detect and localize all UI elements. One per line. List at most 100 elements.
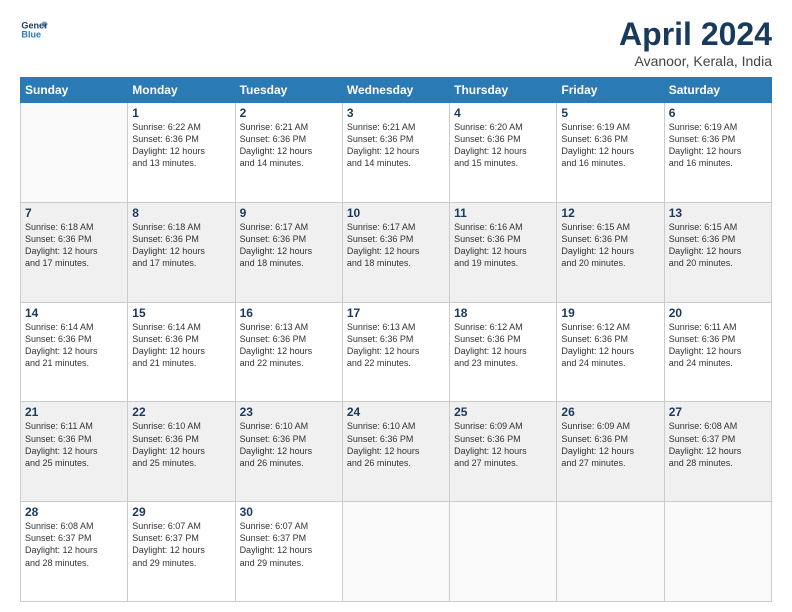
day-number: 26: [561, 405, 659, 419]
day-cell: [342, 502, 449, 602]
day-number: 13: [669, 206, 767, 220]
day-info: Sunrise: 6:21 AM Sunset: 6:36 PM Dayligh…: [347, 121, 445, 170]
day-number: 6: [669, 106, 767, 120]
day-info: Sunrise: 6:10 AM Sunset: 6:36 PM Dayligh…: [347, 420, 445, 469]
day-number: 10: [347, 206, 445, 220]
day-cell: 1Sunrise: 6:22 AM Sunset: 6:36 PM Daylig…: [128, 103, 235, 203]
col-header-tuesday: Tuesday: [235, 78, 342, 103]
day-cell: 21Sunrise: 6:11 AM Sunset: 6:36 PM Dayli…: [21, 402, 128, 502]
day-cell: 5Sunrise: 6:19 AM Sunset: 6:36 PM Daylig…: [557, 103, 664, 203]
day-cell: 23Sunrise: 6:10 AM Sunset: 6:36 PM Dayli…: [235, 402, 342, 502]
day-number: 17: [347, 306, 445, 320]
day-number: 1: [132, 106, 230, 120]
day-number: 20: [669, 306, 767, 320]
header: General Blue April 2024 Avanoor, Kerala,…: [20, 16, 772, 69]
day-info: Sunrise: 6:12 AM Sunset: 6:36 PM Dayligh…: [561, 321, 659, 370]
day-number: 28: [25, 505, 123, 519]
day-cell: 27Sunrise: 6:08 AM Sunset: 6:37 PM Dayli…: [664, 402, 771, 502]
day-cell: [557, 502, 664, 602]
day-cell: 6Sunrise: 6:19 AM Sunset: 6:36 PM Daylig…: [664, 103, 771, 203]
day-number: 29: [132, 505, 230, 519]
col-header-thursday: Thursday: [450, 78, 557, 103]
col-header-sunday: Sunday: [21, 78, 128, 103]
day-cell: 22Sunrise: 6:10 AM Sunset: 6:36 PM Dayli…: [128, 402, 235, 502]
day-info: Sunrise: 6:07 AM Sunset: 6:37 PM Dayligh…: [132, 520, 230, 569]
day-info: Sunrise: 6:19 AM Sunset: 6:36 PM Dayligh…: [561, 121, 659, 170]
day-cell: 16Sunrise: 6:13 AM Sunset: 6:36 PM Dayli…: [235, 302, 342, 402]
month-title: April 2024: [619, 16, 772, 53]
day-info: Sunrise: 6:19 AM Sunset: 6:36 PM Dayligh…: [669, 121, 767, 170]
day-info: Sunrise: 6:22 AM Sunset: 6:36 PM Dayligh…: [132, 121, 230, 170]
day-info: Sunrise: 6:15 AM Sunset: 6:36 PM Dayligh…: [561, 221, 659, 270]
day-cell: 18Sunrise: 6:12 AM Sunset: 6:36 PM Dayli…: [450, 302, 557, 402]
day-cell: 25Sunrise: 6:09 AM Sunset: 6:36 PM Dayli…: [450, 402, 557, 502]
day-number: 8: [132, 206, 230, 220]
header-row: SundayMondayTuesdayWednesdayThursdayFrid…: [21, 78, 772, 103]
day-info: Sunrise: 6:18 AM Sunset: 6:36 PM Dayligh…: [25, 221, 123, 270]
day-info: Sunrise: 6:07 AM Sunset: 6:37 PM Dayligh…: [240, 520, 338, 569]
week-row-3: 21Sunrise: 6:11 AM Sunset: 6:36 PM Dayli…: [21, 402, 772, 502]
day-info: Sunrise: 6:13 AM Sunset: 6:36 PM Dayligh…: [347, 321, 445, 370]
title-area: April 2024 Avanoor, Kerala, India: [619, 16, 772, 69]
day-cell: 28Sunrise: 6:08 AM Sunset: 6:37 PM Dayli…: [21, 502, 128, 602]
day-info: Sunrise: 6:17 AM Sunset: 6:36 PM Dayligh…: [347, 221, 445, 270]
week-row-1: 7Sunrise: 6:18 AM Sunset: 6:36 PM Daylig…: [21, 202, 772, 302]
day-number: 27: [669, 405, 767, 419]
day-info: Sunrise: 6:12 AM Sunset: 6:36 PM Dayligh…: [454, 321, 552, 370]
day-number: 15: [132, 306, 230, 320]
col-header-saturday: Saturday: [664, 78, 771, 103]
day-number: 12: [561, 206, 659, 220]
day-cell: 13Sunrise: 6:15 AM Sunset: 6:36 PM Dayli…: [664, 202, 771, 302]
day-number: 2: [240, 106, 338, 120]
day-cell: 19Sunrise: 6:12 AM Sunset: 6:36 PM Dayli…: [557, 302, 664, 402]
day-number: 23: [240, 405, 338, 419]
day-info: Sunrise: 6:16 AM Sunset: 6:36 PM Dayligh…: [454, 221, 552, 270]
day-info: Sunrise: 6:08 AM Sunset: 6:37 PM Dayligh…: [25, 520, 123, 569]
day-cell: 11Sunrise: 6:16 AM Sunset: 6:36 PM Dayli…: [450, 202, 557, 302]
day-info: Sunrise: 6:14 AM Sunset: 6:36 PM Dayligh…: [132, 321, 230, 370]
day-cell: 29Sunrise: 6:07 AM Sunset: 6:37 PM Dayli…: [128, 502, 235, 602]
day-number: 22: [132, 405, 230, 419]
day-cell: 15Sunrise: 6:14 AM Sunset: 6:36 PM Dayli…: [128, 302, 235, 402]
day-info: Sunrise: 6:11 AM Sunset: 6:36 PM Dayligh…: [669, 321, 767, 370]
day-number: 16: [240, 306, 338, 320]
day-number: 7: [25, 206, 123, 220]
day-cell: 4Sunrise: 6:20 AM Sunset: 6:36 PM Daylig…: [450, 103, 557, 203]
day-number: 9: [240, 206, 338, 220]
day-cell: 20Sunrise: 6:11 AM Sunset: 6:36 PM Dayli…: [664, 302, 771, 402]
day-number: 5: [561, 106, 659, 120]
day-info: Sunrise: 6:17 AM Sunset: 6:36 PM Dayligh…: [240, 221, 338, 270]
day-info: Sunrise: 6:08 AM Sunset: 6:37 PM Dayligh…: [669, 420, 767, 469]
page: General Blue April 2024 Avanoor, Kerala,…: [0, 0, 792, 612]
day-cell: 9Sunrise: 6:17 AM Sunset: 6:36 PM Daylig…: [235, 202, 342, 302]
day-number: 3: [347, 106, 445, 120]
day-cell: 3Sunrise: 6:21 AM Sunset: 6:36 PM Daylig…: [342, 103, 449, 203]
day-number: 18: [454, 306, 552, 320]
svg-text:Blue: Blue: [21, 30, 41, 40]
col-header-monday: Monday: [128, 78, 235, 103]
logo: General Blue: [20, 16, 48, 44]
col-header-wednesday: Wednesday: [342, 78, 449, 103]
day-info: Sunrise: 6:10 AM Sunset: 6:36 PM Dayligh…: [132, 420, 230, 469]
day-cell: 12Sunrise: 6:15 AM Sunset: 6:36 PM Dayli…: [557, 202, 664, 302]
day-cell: 30Sunrise: 6:07 AM Sunset: 6:37 PM Dayli…: [235, 502, 342, 602]
day-number: 25: [454, 405, 552, 419]
day-info: Sunrise: 6:20 AM Sunset: 6:36 PM Dayligh…: [454, 121, 552, 170]
day-cell: [664, 502, 771, 602]
location: Avanoor, Kerala, India: [619, 53, 772, 69]
calendar-table: SundayMondayTuesdayWednesdayThursdayFrid…: [20, 77, 772, 602]
day-cell: [450, 502, 557, 602]
day-info: Sunrise: 6:15 AM Sunset: 6:36 PM Dayligh…: [669, 221, 767, 270]
day-cell: 14Sunrise: 6:14 AM Sunset: 6:36 PM Dayli…: [21, 302, 128, 402]
day-info: Sunrise: 6:14 AM Sunset: 6:36 PM Dayligh…: [25, 321, 123, 370]
day-cell: 2Sunrise: 6:21 AM Sunset: 6:36 PM Daylig…: [235, 103, 342, 203]
week-row-0: 1Sunrise: 6:22 AM Sunset: 6:36 PM Daylig…: [21, 103, 772, 203]
day-info: Sunrise: 6:11 AM Sunset: 6:36 PM Dayligh…: [25, 420, 123, 469]
week-row-2: 14Sunrise: 6:14 AM Sunset: 6:36 PM Dayli…: [21, 302, 772, 402]
day-number: 24: [347, 405, 445, 419]
day-cell: 7Sunrise: 6:18 AM Sunset: 6:36 PM Daylig…: [21, 202, 128, 302]
day-cell: 8Sunrise: 6:18 AM Sunset: 6:36 PM Daylig…: [128, 202, 235, 302]
day-number: 4: [454, 106, 552, 120]
day-number: 21: [25, 405, 123, 419]
col-header-friday: Friday: [557, 78, 664, 103]
